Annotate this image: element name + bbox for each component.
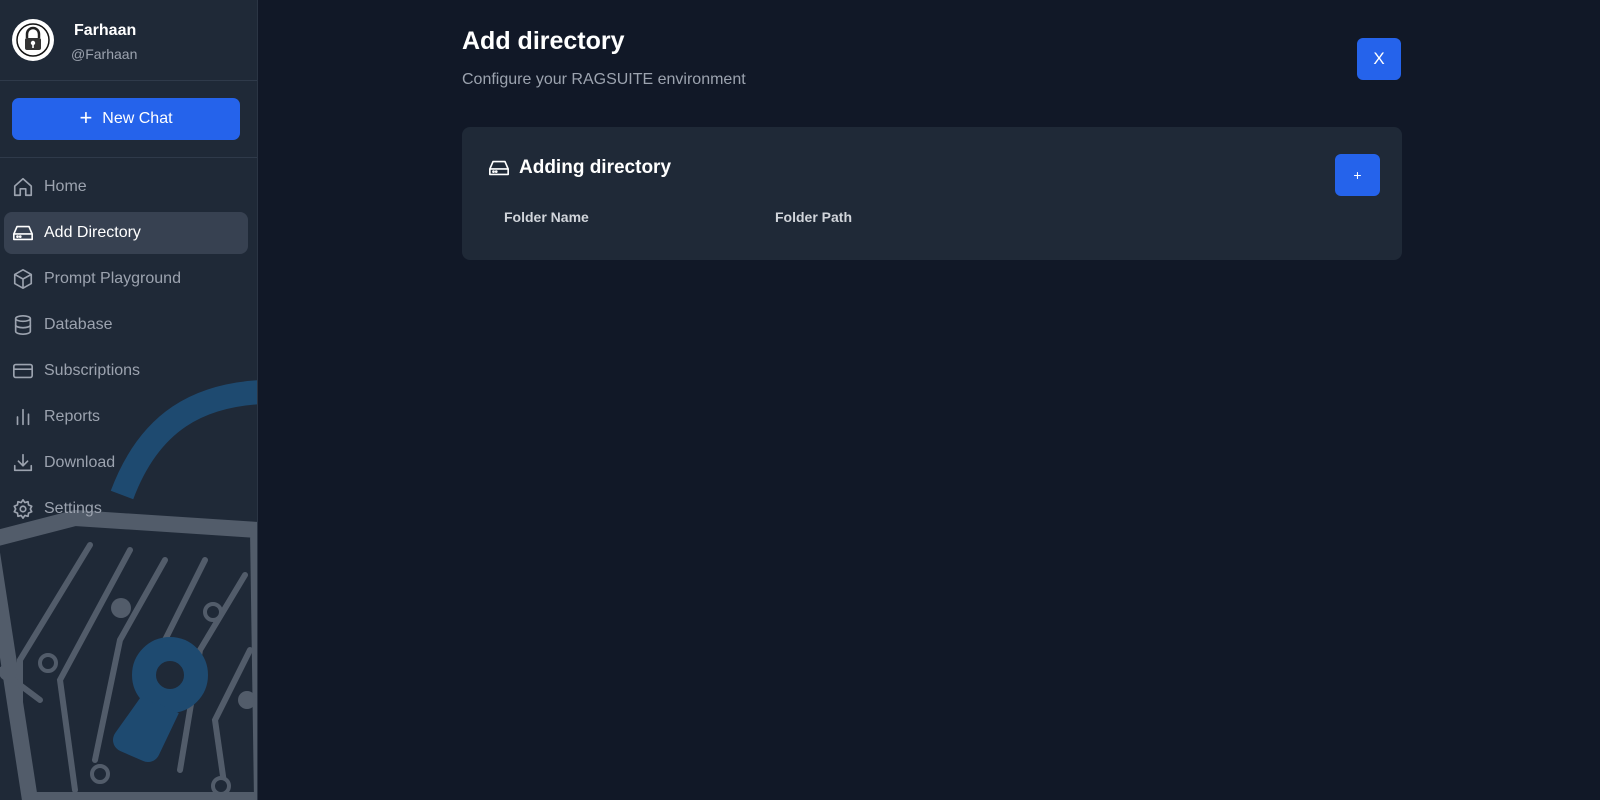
new-chat-label: New Chat [102, 110, 173, 127]
sidebar-nav: Home Add Directory Prompt Playground Dat… [4, 166, 248, 534]
sidebar-item-label: Prompt Playground [44, 270, 181, 287]
sidebar-item-label: Home [44, 178, 87, 195]
sidebar-divider [0, 157, 257, 158]
profile-handle: @Farhaan [71, 46, 138, 62]
sidebar-item-label: Download [44, 454, 116, 471]
column-header-folder-path: Folder Path [775, 209, 853, 225]
drive-icon [13, 225, 33, 241]
sidebar-item-home[interactable]: Home [4, 166, 248, 208]
main-content: Add directory Configure your RAGSUITE en… [258, 0, 1600, 800]
cube-icon [13, 269, 33, 289]
profile-name: Farhaan [74, 22, 137, 39]
page-subtitle: Configure your RAGSUITE environment [462, 71, 746, 88]
bar-chart-icon [16, 408, 30, 426]
card-title: Adding directory [519, 157, 672, 178]
database-icon [14, 315, 32, 335]
drive-icon [489, 160, 509, 176]
close-button[interactable]: X [1357, 38, 1401, 80]
sidebar: Farhaan @Farhaan + New Chat Home Add Dir… [0, 0, 258, 800]
new-chat-button[interactable]: + New Chat [12, 98, 240, 140]
sidebar-item-label: Database [44, 316, 113, 333]
sidebar-item-prompt-playground[interactable]: Prompt Playground [4, 258, 248, 300]
add-directory-button[interactable]: + [1335, 154, 1380, 196]
credit-card-icon [13, 363, 33, 379]
column-header-folder-name: Folder Name [504, 209, 589, 225]
page-title: Add directory [462, 27, 625, 55]
sidebar-item-database[interactable]: Database [4, 304, 248, 346]
user-profile[interactable]: Farhaan @Farhaan [0, 0, 257, 81]
sidebar-item-add-directory[interactable]: Add Directory [4, 212, 248, 254]
avatar[interactable] [12, 19, 54, 61]
sidebar-item-settings[interactable]: Settings [4, 488, 248, 530]
plus-icon: + [79, 105, 93, 130]
home-icon [13, 177, 33, 197]
directory-card: Adding directory + Folder Name Folder Pa… [462, 127, 1402, 260]
sidebar-item-label: Add Directory [44, 224, 141, 241]
sidebar-item-label: Settings [44, 500, 102, 517]
lock-logo-icon [16, 23, 50, 57]
sidebar-item-label: Subscriptions [44, 362, 141, 379]
sidebar-item-label: Reports [44, 408, 101, 425]
gear-icon [13, 499, 33, 519]
app-window: Farhaan @Farhaan + New Chat Home Add Dir… [0, 0, 1600, 800]
download-icon [13, 453, 33, 472]
card-header: Adding directory [488, 157, 671, 179]
sidebar-item-subscriptions[interactable]: Subscriptions [4, 350, 248, 392]
sidebar-item-reports[interactable]: Reports [4, 396, 248, 438]
sidebar-item-download[interactable]: Download [4, 442, 248, 484]
